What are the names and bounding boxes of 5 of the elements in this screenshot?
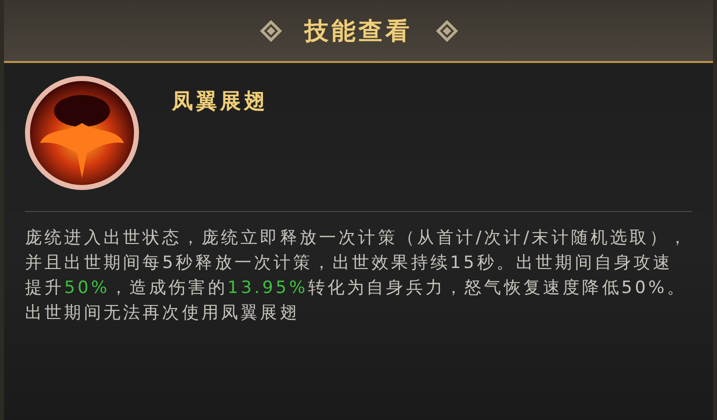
- window-title: 技能查看: [304, 14, 412, 46]
- skill-name: 凤翼展翅: [172, 87, 268, 115]
- diamond-ornament-icon: [258, 18, 282, 42]
- skill-description: 庞统进入出世状态，庞统立即释放一次计策（从首计/次计/末计随机选取），并且出世期间每5秒释放一次计策，出世效果持续15秒。出世期间自身攻速提升 50%，造成伤害的 13.95%转化为自身兵力，怒气恢复速度降低50%。出世期间无法再次使用凤翼展翅: [25, 227, 690, 325]
- diamond-ornament-icon: [434, 18, 458, 42]
